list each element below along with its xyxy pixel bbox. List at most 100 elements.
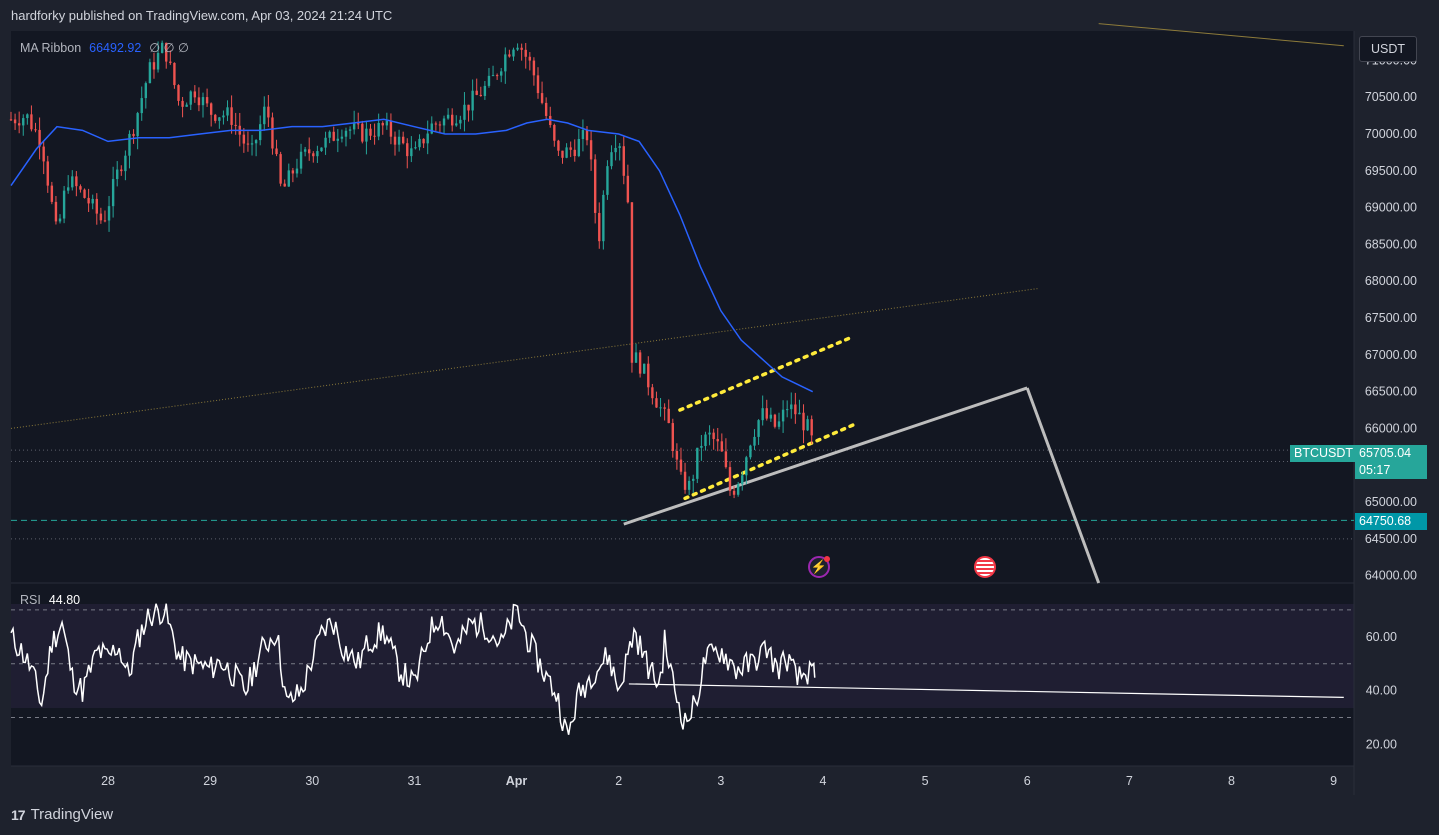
candle-body	[393, 136, 397, 145]
candle-body	[536, 75, 540, 94]
currency-button[interactable]: USDT	[1359, 36, 1417, 62]
ma-legend-value: 66492.92	[89, 40, 142, 55]
candle-body	[728, 467, 732, 491]
rsi-legend-name: RSI	[20, 593, 41, 607]
candle-body	[540, 93, 544, 103]
price-axis-ticks: 71000.0070500.0070000.0069500.0069000.00…	[1365, 53, 1417, 582]
brand-name: TradingView	[30, 806, 114, 823]
candle-body	[720, 441, 724, 452]
rsi-band-fill	[11, 604, 1354, 708]
candle-body	[95, 198, 98, 214]
candle-body	[312, 153, 315, 157]
candle-body	[614, 147, 617, 153]
candle-body	[381, 122, 384, 126]
chart-canvas[interactable]: 71000.0070500.0070000.0069500.0069000.00…	[0, 0, 1439, 835]
candle-body	[230, 107, 233, 125]
candle-body	[647, 363, 650, 388]
candle-body	[406, 143, 409, 157]
candle-body	[136, 113, 139, 137]
candle-body	[544, 102, 548, 116]
ticker-tag: BTCUSDT	[1290, 445, 1356, 462]
candle-body	[626, 175, 630, 203]
candle-body	[46, 161, 49, 186]
candle-body	[75, 176, 78, 187]
candle-body	[500, 71, 503, 76]
time-tick-label: 30	[305, 774, 319, 788]
candle-body	[692, 478, 695, 481]
last-price-tag: 65705.04 05:17	[1355, 445, 1427, 479]
candle-body	[753, 436, 756, 446]
candle-body	[58, 218, 62, 222]
time-tick-label: 9	[1330, 774, 1337, 788]
candle-body	[802, 412, 805, 431]
candle-body	[434, 123, 438, 125]
candle-body	[401, 136, 405, 144]
candle-body	[103, 220, 107, 222]
candle-body	[696, 447, 699, 479]
candle-body	[99, 213, 103, 221]
candle-body	[606, 166, 609, 195]
candle-body	[132, 133, 135, 137]
candle-body	[577, 139, 581, 157]
candle-body	[185, 104, 188, 107]
rsi-legend[interactable]: RSI 44.80	[20, 593, 80, 607]
candle-body	[152, 62, 156, 70]
candle-body	[303, 149, 307, 152]
candle-body	[308, 149, 311, 154]
last-price: 65705.04	[1359, 446, 1412, 460]
candle-body	[810, 419, 813, 436]
candle-body	[765, 408, 768, 419]
candle-body	[42, 146, 45, 162]
candle-body	[111, 179, 115, 207]
price-tick-label: 68500.00	[1365, 237, 1417, 251]
candle-body	[291, 170, 295, 174]
candle-body	[569, 147, 572, 150]
lightning-icon[interactable]: ⚡	[808, 556, 830, 578]
candle-body	[263, 106, 266, 125]
candle-body	[467, 104, 470, 111]
rsi-tick-label: 40.00	[1366, 684, 1397, 698]
us-flag-icon[interactable]	[974, 556, 996, 578]
candle-body	[71, 176, 74, 188]
candle-body	[553, 125, 556, 141]
candle-body	[479, 94, 482, 96]
candle-body	[107, 206, 111, 221]
candle-body	[234, 124, 237, 126]
candle-body	[495, 75, 499, 77]
footer-branding: 17 TradingView	[11, 806, 113, 823]
candle-body	[316, 151, 319, 157]
time-tick-label: 3	[717, 774, 724, 788]
candle-body	[790, 404, 793, 410]
candle-body	[181, 100, 184, 107]
candle-body	[328, 131, 331, 138]
candle-body	[377, 122, 380, 137]
price-tick-label: 66500.00	[1365, 385, 1417, 399]
candle-body	[332, 131, 335, 141]
candle-body	[17, 123, 21, 126]
time-tick-label: 4	[819, 774, 826, 788]
candle-body	[242, 134, 246, 144]
candle-body	[197, 97, 201, 106]
time-tick-label: 29	[203, 774, 217, 788]
candle-body	[463, 104, 466, 120]
candle-body	[173, 62, 176, 86]
candle-body	[357, 123, 360, 125]
candle-body	[565, 147, 568, 158]
candle-body	[410, 148, 413, 157]
candle-body	[418, 138, 421, 148]
candle-body	[144, 83, 148, 99]
candle-body	[320, 147, 323, 152]
candle-body	[226, 107, 229, 116]
candle-body	[26, 114, 29, 119]
candle-body	[422, 138, 425, 144]
candle-body	[324, 137, 327, 148]
ma-ribbon-legend[interactable]: MA Ribbon 66492.92 ∅ ∅ ∅	[20, 40, 189, 56]
candle-body	[13, 119, 17, 124]
candle-body	[373, 135, 376, 137]
candle-body	[455, 123, 458, 126]
candle-body	[267, 106, 270, 118]
time-axis-ticks: 28 29 30 31 Apr 2 3 4 5 6 7 8 9	[101, 774, 1337, 788]
candle-body	[745, 457, 748, 476]
candle-body	[736, 484, 740, 495]
rsi-legend-value: 44.80	[48, 593, 81, 607]
